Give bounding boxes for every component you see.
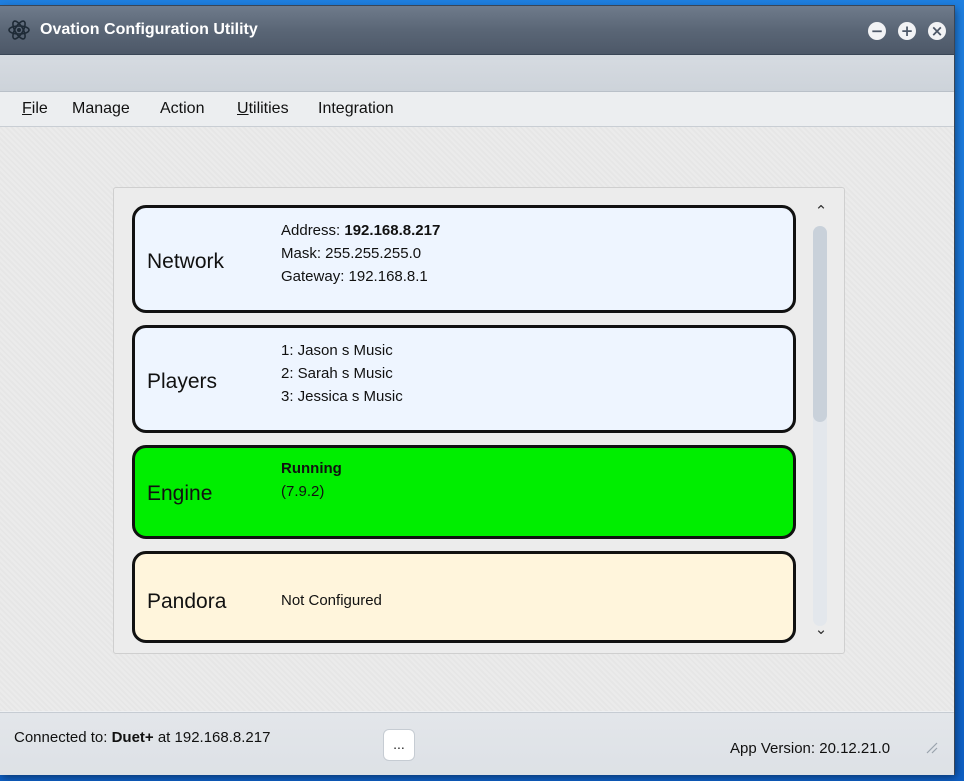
menu-utilities-label: tilities: [248, 100, 289, 117]
network-mask: Mask: 255.255.255.0: [281, 245, 422, 262]
close-button[interactable]: ×: [928, 22, 946, 40]
status-panel: Network Address: 192.168.8.217 Mask: 255…: [113, 187, 845, 654]
network-card[interactable]: Network Address: 192.168.8.217 Mask: 255…: [132, 205, 796, 313]
pandora-title: Pandora: [147, 590, 227, 613]
player-item: 2: Sarah s Music: [281, 365, 393, 382]
players-list: 1: Jason s Music 2: Sarah s Music 3: Jes…: [281, 339, 403, 408]
menu-file-mnemonic: F: [22, 100, 32, 117]
connected-label: Connected to:: [14, 729, 112, 746]
network-title: Network: [147, 250, 225, 273]
engine-status: Running: [281, 460, 342, 477]
engine-version: (7.9.2): [281, 483, 325, 500]
menu-utilities[interactable]: Utilities: [237, 100, 289, 118]
menu-utilities-mnemonic: U: [237, 100, 249, 117]
menu-file-label: ile: [31, 100, 48, 117]
engine-title: Engine: [147, 482, 213, 505]
chevron-down-icon: ⌄: [814, 620, 828, 638]
window-title: Ovation Configuration Utility: [40, 21, 258, 38]
network-details: Address: 192.168.8.217 Mask: 255.255.255…: [281, 219, 440, 288]
minimize-icon: −: [870, 22, 884, 40]
players-card[interactable]: Players 1: Jason s Music 2: Sarah s Musi…: [132, 325, 796, 433]
menu-file[interactable]: File: [22, 100, 48, 118]
players-title: Players: [147, 370, 218, 393]
address-value: 192.168.8.217: [344, 222, 441, 239]
address-label: Address:: [281, 222, 345, 239]
menu-manage[interactable]: Manage: [72, 100, 130, 118]
scroll-up-button[interactable]: ⌃: [810, 202, 832, 220]
resize-grip-icon[interactable]: [924, 740, 938, 754]
menu-integration[interactable]: Integration: [318, 100, 394, 118]
maximize-button[interactable]: +: [898, 22, 916, 40]
more-button[interactable]: ...: [383, 729, 415, 761]
player-item: 3: Jessica s Music: [281, 388, 403, 405]
network-gateway: Gateway: 192.168.8.1: [281, 268, 428, 285]
player-item: 1: Jason s Music: [281, 342, 393, 359]
engine-details: Running (7.9.2): [281, 457, 342, 503]
device-address: at 192.168.8.217: [153, 729, 271, 746]
content-area: Network Address: 192.168.8.217 Mask: 255…: [0, 127, 954, 711]
toolbar-strip: [0, 55, 954, 92]
menu-bar: File Manage Action Utilities Integration: [0, 92, 954, 127]
network-address: Address: 192.168.8.217: [281, 219, 440, 242]
scrollbar-thumb[interactable]: [813, 226, 827, 422]
app-version: App Version: 20.12.21.0: [730, 740, 891, 757]
minimize-button[interactable]: −: [868, 22, 886, 40]
device-name: Duet+: [111, 729, 154, 746]
chevron-up-icon: ⌃: [814, 202, 828, 220]
close-icon: ×: [930, 22, 944, 40]
status-bar: Connected to: Duet+ at 192.168.8.217 ...…: [0, 712, 954, 775]
main-window: Ovation Configuration Utility − + × File…: [0, 6, 954, 775]
scroll-down-button[interactable]: ⌄: [810, 620, 832, 638]
engine-card[interactable]: Engine Running (7.9.2): [132, 445, 796, 539]
connection-status: Connected to: Duet+ at 192.168.8.217: [14, 729, 270, 746]
pandora-status: Not Configured: [281, 592, 382, 609]
atom-icon: [8, 20, 30, 40]
title-bar[interactable]: Ovation Configuration Utility − + ×: [0, 6, 954, 55]
pandora-card[interactable]: Pandora Not Configured: [132, 551, 796, 643]
menu-action[interactable]: Action: [160, 100, 204, 118]
maximize-icon: +: [900, 22, 914, 40]
